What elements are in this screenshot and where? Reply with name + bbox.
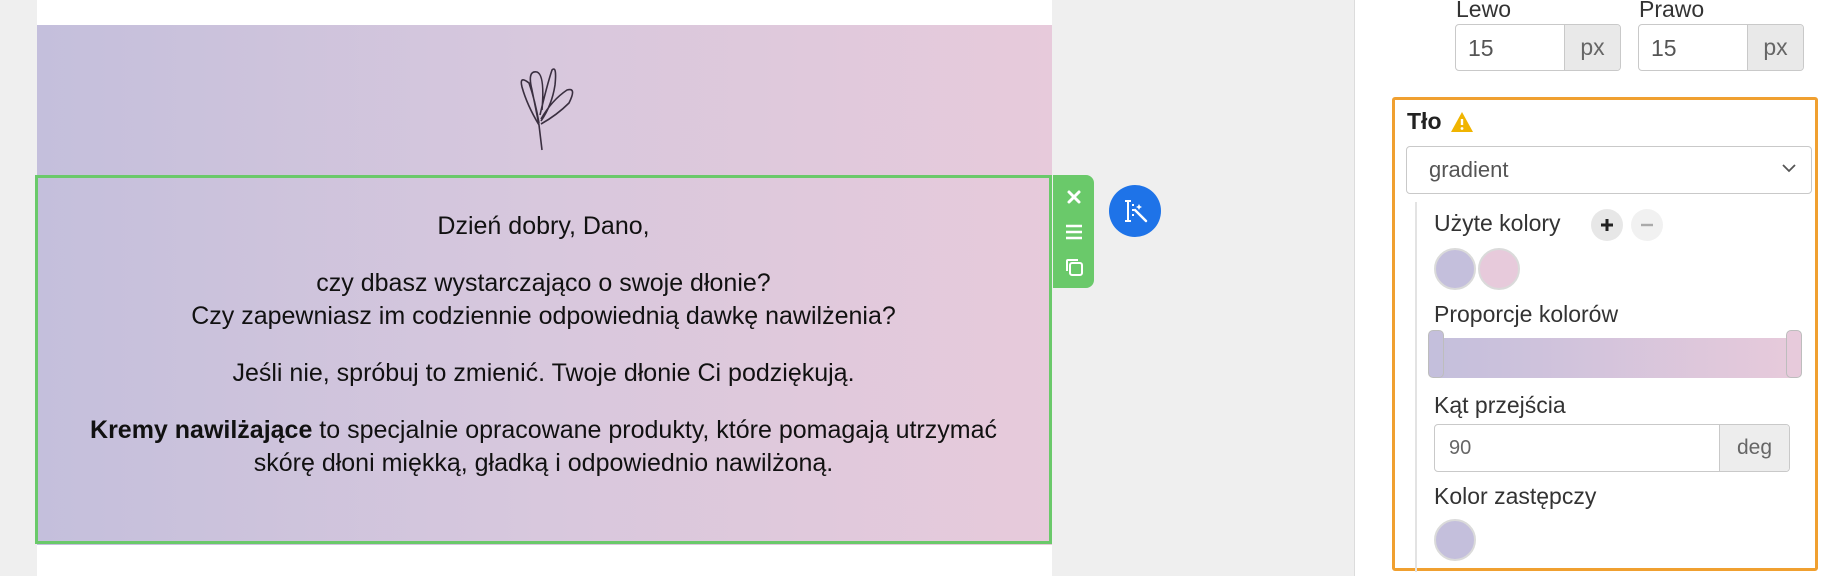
angle-field[interactable]: 90 deg bbox=[1434, 424, 1790, 472]
angle-label: Kąt przejścia bbox=[1434, 392, 1566, 418]
background-section: Tło gradient Użyte kolory Proporcje kolo… bbox=[1392, 97, 1818, 572]
background-title-text: Tło bbox=[1407, 108, 1442, 134]
minus-icon bbox=[1641, 223, 1653, 227]
greeting-text: Dzień dobry, Dano, bbox=[437, 212, 650, 240]
padding-left-label: Lewo bbox=[1456, 0, 1511, 22]
duplicate-icon[interactable] bbox=[1060, 253, 1088, 281]
email-canvas: Dzień dobry, Dano, czy dbasz wystarczają… bbox=[35, 0, 1052, 576]
chevron-down-icon bbox=[1782, 164, 1796, 173]
remove-color-button[interactable] bbox=[1631, 209, 1663, 241]
background-type-select[interactable]: gradient bbox=[1406, 146, 1812, 194]
padding-right-field[interactable]: 15 px bbox=[1638, 24, 1804, 71]
gradient-settings: Użyte kolory Proporcje kolorów Kąt przej… bbox=[1415, 202, 1815, 572]
angle-unit: deg bbox=[1719, 425, 1789, 471]
padding-right-unit: px bbox=[1747, 25, 1803, 70]
flower-illustration bbox=[520, 68, 574, 151]
close-icon[interactable] bbox=[1060, 183, 1088, 211]
question-line-2: Czy zapewniasz im codziennie odpowiednią… bbox=[191, 302, 896, 330]
color-swatch-2[interactable] bbox=[1478, 248, 1520, 290]
padding-left-value[interactable]: 15 bbox=[1456, 25, 1564, 70]
padding-right-value[interactable]: 15 bbox=[1639, 25, 1747, 70]
padding-left-unit: px bbox=[1564, 25, 1620, 70]
block-toolbar bbox=[1053, 175, 1094, 288]
text-magic-icon bbox=[1125, 200, 1148, 223]
background-type-value: gradient bbox=[1429, 157, 1509, 182]
padding-right-label: Prawo bbox=[1639, 0, 1705, 22]
color-proportions-label: Proporcje kolorów bbox=[1434, 301, 1619, 327]
padding-left-field[interactable]: 15 px bbox=[1455, 24, 1621, 71]
product-line: Kremy nawilżające to specjalnie opracowa… bbox=[38, 414, 1049, 447]
canvas-top-strip bbox=[37, 0, 1052, 25]
background-title: Tło bbox=[1407, 108, 1474, 135]
warning-icon[interactable] bbox=[1450, 111, 1474, 133]
question-line-1: czy dbasz wystarczająco o swoje dłonie? bbox=[316, 269, 771, 297]
plus-icon bbox=[1601, 219, 1613, 231]
proportion-handle-start[interactable] bbox=[1428, 330, 1444, 378]
fallback-color-swatch[interactable] bbox=[1434, 519, 1476, 561]
fallback-color-label: Kolor zastępczy bbox=[1434, 483, 1597, 509]
text-magic-button[interactable] bbox=[1109, 185, 1161, 237]
product-name-bold: Kremy nawilżające bbox=[90, 416, 313, 444]
product-line-2: skórę dłoni miękką, gładką i odpowiednio… bbox=[253, 449, 834, 477]
suggestion-line: Jeśli nie, spróbuj to zmienić. Twoje dło… bbox=[232, 359, 855, 387]
drag-handle-icon[interactable] bbox=[1060, 218, 1088, 246]
proportions-slider-track[interactable] bbox=[1434, 338, 1794, 378]
color-swatch-1[interactable] bbox=[1434, 248, 1476, 290]
text-block-selected[interactable]: Dzień dobry, Dano, czy dbasz wystarczają… bbox=[35, 175, 1052, 544]
settings-panel: Lewo 15 px Prawo 15 px Tło gradient Użyt… bbox=[1354, 0, 1824, 576]
add-color-button[interactable] bbox=[1591, 209, 1623, 241]
angle-value[interactable]: 90 bbox=[1435, 425, 1719, 471]
product-line-rest: to specjalnie opracowane produkty, które… bbox=[312, 416, 997, 444]
used-colors-label: Użyte kolory bbox=[1434, 210, 1561, 236]
proportion-handle-end[interactable] bbox=[1786, 330, 1802, 378]
